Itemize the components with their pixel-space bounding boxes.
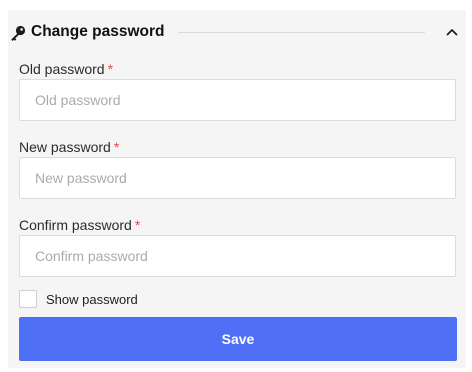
save-button[interactable]: Save bbox=[19, 317, 457, 361]
required-marker: * bbox=[107, 61, 114, 77]
old-password-label-text: Old password bbox=[19, 61, 105, 77]
confirm-password-label-text: Confirm password bbox=[19, 217, 132, 233]
show-password-label[interactable]: Show password bbox=[46, 292, 138, 307]
key-icon bbox=[11, 25, 26, 41]
header-divider bbox=[178, 32, 425, 33]
section-header: Change password bbox=[8, 20, 466, 44]
section-title: Change password bbox=[31, 23, 165, 40]
confirm-password-label: Confirm password * bbox=[19, 217, 140, 233]
old-password-input[interactable] bbox=[19, 79, 456, 121]
new-password-label-text: New password bbox=[19, 139, 111, 155]
required-marker: * bbox=[134, 217, 141, 233]
new-password-input[interactable] bbox=[19, 157, 456, 199]
new-password-label: New password * bbox=[19, 139, 119, 155]
required-marker: * bbox=[113, 139, 120, 155]
chevron-up-icon[interactable] bbox=[442, 22, 462, 42]
show-password-checkbox[interactable] bbox=[19, 290, 37, 308]
confirm-password-input[interactable] bbox=[19, 235, 456, 277]
change-password-panel: Change password Old password * New passwo… bbox=[8, 10, 466, 368]
old-password-label: Old password * bbox=[19, 61, 113, 77]
